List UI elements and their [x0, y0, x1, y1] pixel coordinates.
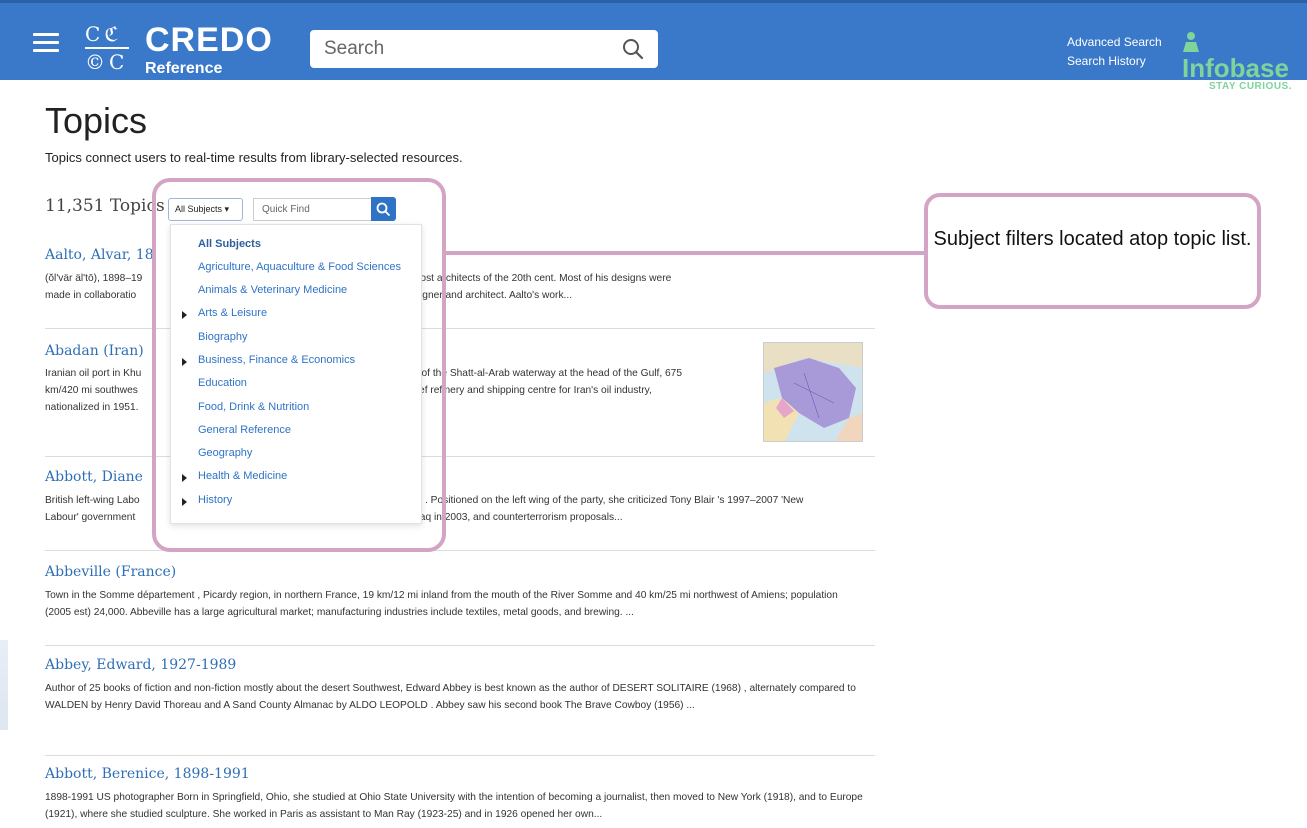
page-title: Topics	[45, 100, 148, 141]
person-icon	[1183, 32, 1199, 52]
topic-title-link[interactable]: Abbey, Edward, 1927-1989	[45, 657, 236, 673]
divider	[45, 755, 875, 756]
page-subtitle: Topics connect users to real-time result…	[45, 150, 463, 165]
divider	[45, 645, 875, 646]
infobase-logo: Infobase STAY CURIOUS.	[1182, 29, 1307, 92]
map-image	[764, 343, 862, 441]
search-history-link[interactable]: Search History	[1067, 52, 1162, 71]
topic-description: Author of 25 books of fiction and non-fi…	[45, 683, 856, 711]
background-decoration	[0, 640, 8, 730]
topic-title-link[interactable]: Abadan (Iran)	[45, 343, 144, 359]
topic-description: Town in the Somme département , Picardy …	[45, 590, 838, 618]
topics-count: 11,351 Topics	[45, 196, 165, 216]
topic-title-link[interactable]: Aalto, Alvar, 18	[45, 247, 154, 263]
annotation-callout: Subject filters located atop topic list.	[924, 193, 1261, 309]
topic-title-link[interactable]: Abbott, Berenice, 1898-1991	[45, 766, 250, 782]
credo-logo-text[interactable]: CREDO	[145, 23, 273, 57]
advanced-search-link[interactable]: Advanced Search	[1067, 33, 1162, 52]
annotation-callout-text: Subject filters located atop topic list.	[933, 228, 1252, 250]
menu-icon[interactable]	[33, 33, 59, 53]
topic-title-link[interactable]: Abbeville (France)	[45, 564, 176, 580]
search-icon[interactable]	[622, 38, 644, 60]
search-bar	[310, 30, 658, 68]
credo-logo-icon: Cℭ © C	[85, 23, 133, 75]
topic-title-link[interactable]: Abbott, Diane	[45, 469, 143, 485]
top-navbar: Cℭ ©C CREDO Reference Advanced Search Se…	[0, 0, 1307, 92]
annotation-connector-line	[446, 251, 926, 255]
search-input[interactable]	[310, 30, 600, 68]
credo-logo-subtitle: Reference	[145, 60, 223, 77]
header-links: Advanced Search Search History	[1067, 33, 1162, 71]
infobase-logo-text: Infobase	[1182, 53, 1289, 83]
topic-description: 1898-1991 US photographer Born in Spring…	[45, 792, 863, 820]
annotation-highlight-box	[152, 178, 446, 552]
iran-map-thumbnail[interactable]	[763, 342, 863, 442]
infobase-tagline: STAY CURIOUS.	[1209, 81, 1292, 92]
